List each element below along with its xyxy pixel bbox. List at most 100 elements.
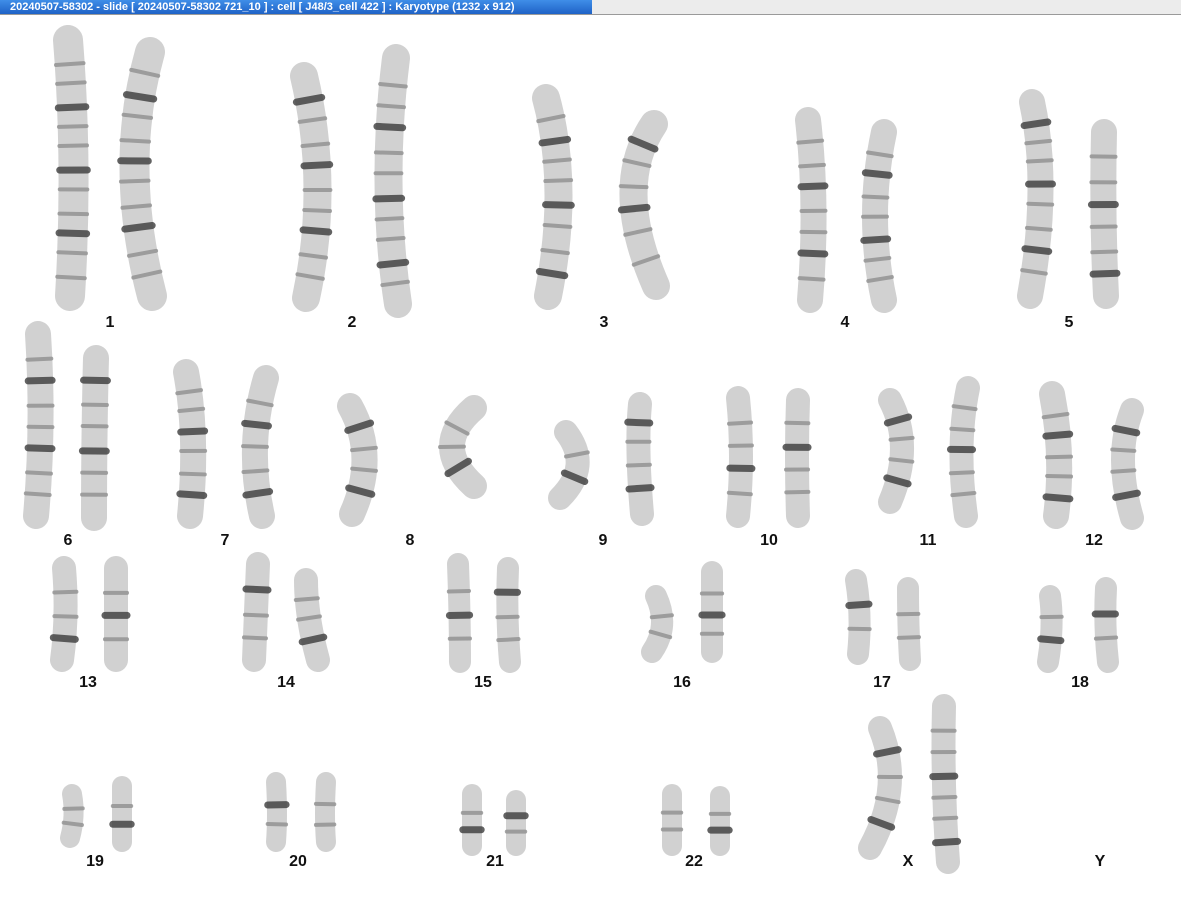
chromosome-label-21: 21 (486, 853, 504, 870)
chromosome-band (797, 249, 829, 258)
chromosome-label-10: 10 (760, 532, 778, 549)
chromosome-band (56, 124, 89, 129)
chromosome-band (57, 211, 90, 217)
chromosome-band (1093, 635, 1119, 641)
chromosome-14-a (241, 552, 272, 672)
chromosome-label-4: 4 (840, 314, 850, 331)
chromosome-band (543, 178, 574, 184)
chromosome-band (1089, 269, 1121, 278)
chromosome-band (845, 600, 873, 610)
chromosome-10-b (782, 388, 812, 528)
chromosome-10-a (726, 386, 756, 528)
chromosome-band (542, 157, 572, 164)
chromosome-body (845, 569, 871, 665)
chromosome-1-b (117, 37, 167, 311)
chromosome-body (726, 386, 753, 528)
chromosome-11-b (946, 376, 980, 528)
chromosome-band (1110, 468, 1137, 474)
chromosome-band (618, 184, 649, 190)
chromosome-band (1037, 635, 1065, 645)
chromosome-body (266, 772, 287, 852)
chromosome-13-b (101, 556, 131, 672)
chromosome-2-a (290, 62, 334, 312)
chromosome-7-b (241, 365, 279, 529)
chromosome-band (376, 258, 410, 269)
chromosome-19-a (60, 784, 85, 848)
chromosome-band (241, 419, 272, 430)
chromosome-band (57, 143, 90, 148)
chromosome-band (1045, 454, 1074, 460)
chromosome-body (1017, 89, 1054, 309)
chromosome-band (373, 150, 404, 156)
chromosome-band (932, 815, 959, 821)
chromosome-body (315, 772, 336, 852)
chromosome-band (119, 138, 151, 144)
chromosome-18-a (1037, 585, 1065, 673)
chromosome-band (726, 490, 753, 497)
chromosome-band (242, 612, 269, 618)
chromosome-8-b (438, 395, 487, 499)
chromosome-label-12: 12 (1085, 532, 1103, 549)
chromosome-band (374, 216, 405, 222)
chromosome-band (649, 613, 674, 620)
chromosome-band (373, 122, 407, 132)
chromosome-8-a (337, 393, 378, 527)
chromosome-band (24, 444, 56, 453)
chromosome-4-a (795, 107, 829, 313)
chromosome-band (55, 229, 91, 238)
chromosome-band (949, 426, 976, 433)
chromosome-images (23, 25, 1144, 874)
chromosome-15-a (445, 553, 474, 673)
chromosome-16-a (641, 585, 674, 663)
chromosome-body (1037, 585, 1063, 673)
chromosome-11-a (878, 388, 915, 514)
chromosome-20-a (264, 772, 290, 852)
chromosome-22-b (707, 786, 733, 856)
chromosome-band (55, 80, 87, 86)
chromosome-label-y: Y (1094, 853, 1106, 870)
chromosome-band (177, 406, 206, 413)
chromosome-band (372, 194, 406, 203)
chromosome-20-b (313, 772, 337, 852)
chromosome-band (625, 462, 652, 468)
chromosome-1-a (53, 25, 91, 311)
chromosome-body (878, 388, 914, 514)
chromosome-5-b (1087, 119, 1121, 309)
chromosome-5-a (1017, 89, 1056, 309)
chromosome-label-15: 15 (474, 674, 492, 691)
chromosome-band (1042, 493, 1074, 503)
chromosome-x-a (858, 716, 903, 860)
chromosome-2-b (372, 44, 412, 318)
chromosome-label-3: 3 (599, 314, 609, 331)
chromosome-label-1: 1 (105, 314, 115, 331)
chromosome-13-a (49, 556, 79, 672)
chromosome-band (861, 194, 890, 200)
chromosome-band (292, 93, 326, 106)
chromosome-band (350, 466, 378, 473)
chromosome-body (50, 556, 78, 672)
chromosome-band (242, 488, 274, 499)
chromosome-band (378, 82, 408, 89)
chromosome-band (538, 135, 572, 147)
chromosome-band (797, 276, 826, 282)
chromosome-band (62, 806, 85, 811)
chromosome-band (798, 162, 826, 169)
chromosome-band (24, 376, 56, 385)
chromosome-band (446, 588, 472, 594)
chromosome-21-a (459, 784, 485, 856)
chromosome-16-b (698, 561, 726, 663)
chromosome-band (950, 491, 977, 498)
chromosome-band (350, 445, 378, 453)
chromosome-band (122, 91, 158, 103)
chromosome-label-2: 2 (347, 314, 357, 331)
chromosome-band (873, 746, 902, 758)
chromosome-band (53, 61, 86, 67)
chromosome-6-a (23, 321, 56, 529)
chromosome-band (299, 226, 333, 236)
chromosome-band (302, 207, 333, 214)
chromosome-band (121, 221, 156, 233)
chromosome-band (1024, 225, 1053, 232)
chromosome-body (290, 62, 332, 312)
chromosome-band (542, 201, 575, 209)
chromosome-band (1045, 473, 1074, 479)
